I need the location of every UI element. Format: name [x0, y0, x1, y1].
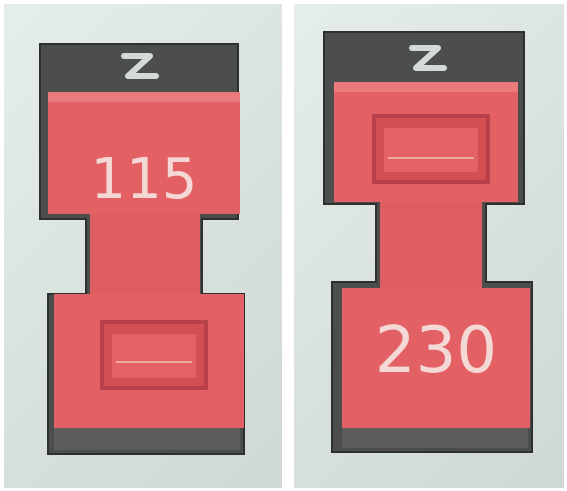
photo-switch-115: 115 [4, 4, 282, 488]
switch-recess [100, 320, 208, 390]
switch-recess [372, 114, 490, 184]
voltage-label-115: 115 [91, 147, 198, 212]
voltage-switch-115: 115 [39, 43, 245, 455]
photo-switch-230: 230 [294, 4, 564, 488]
voltage-switch-230: 230 [323, 31, 533, 453]
voltage-label-230: 230 [375, 314, 497, 388]
